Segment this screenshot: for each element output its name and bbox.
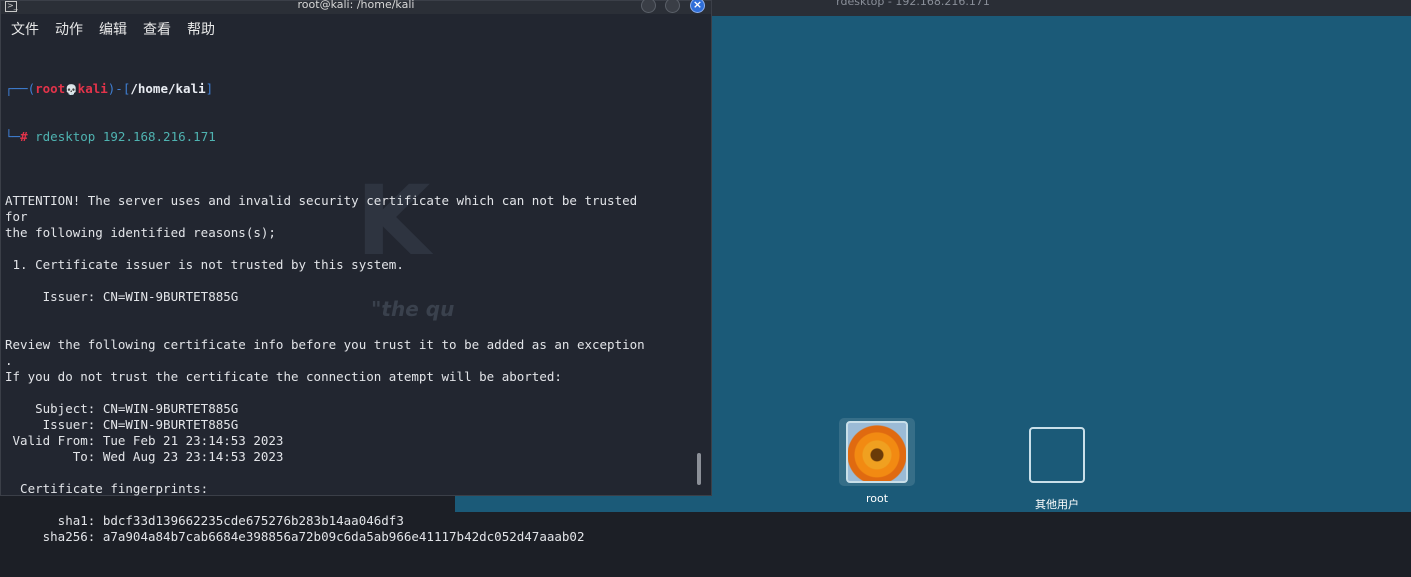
rdesktop-title: rdesktop - 192.168.216.171 xyxy=(836,0,990,8)
user-label-other: 其他用户 xyxy=(1035,498,1079,511)
terminal-titlebar[interactable]: >_ root@kali: /home/kali × xyxy=(1,0,711,14)
output-line: Valid From: Tue Feb 21 23:14:53 2023 xyxy=(5,433,284,448)
output-line: To: Wed Aug 23 23:14:53 2023 xyxy=(5,449,284,464)
output-line: sha1: bdcf33d139662235cde675276b283b14aa… xyxy=(5,513,404,528)
output-line: Certificate fingerprints: xyxy=(5,481,209,496)
menu-edit[interactable]: 编辑 xyxy=(99,19,127,39)
menu-actions[interactable]: 动作 xyxy=(55,19,83,39)
user-avatar-other xyxy=(1029,427,1085,483)
output-line: . xyxy=(5,353,13,368)
minimize-button[interactable] xyxy=(641,0,656,13)
prompt-host: kali xyxy=(77,81,108,96)
terminal-menubar: 文件 动作 编辑 查看 帮助 xyxy=(1,14,711,44)
prompt-line-1: ┌──(root💀kali)-[/home/kali] xyxy=(5,81,214,96)
menu-file[interactable]: 文件 xyxy=(11,19,39,39)
output-line: the following identified reasons(s); xyxy=(5,225,276,240)
output-line: Issuer: CN=WIN-9BURTET885G xyxy=(5,417,239,432)
prompt-line-2: └─# rdesktop 192.168.216.171 xyxy=(5,129,216,144)
user-tile-other[interactable]: 其他用户 xyxy=(1017,427,1097,512)
user-label-root: root xyxy=(865,492,889,505)
prompt-path: /home/kali xyxy=(130,81,206,96)
terminal-title: root@kali: /home/kali xyxy=(297,0,415,11)
prompt-command: rdesktop 192.168.216.171 xyxy=(35,129,216,144)
terminal-scrollbar[interactable] xyxy=(697,453,701,485)
close-button[interactable]: × xyxy=(690,0,705,13)
output-line: Review the following certificate info be… xyxy=(5,337,645,352)
terminal-icon: >_ xyxy=(5,1,18,12)
close-icon: × xyxy=(692,0,703,11)
output-line: 1. Certificate issuer is not trusted by … xyxy=(5,257,404,272)
output-line: Subject: CN=WIN-9BURTET885G xyxy=(5,401,239,416)
output-line: Issuer: CN=WIN-9BURTET885G xyxy=(5,289,239,304)
output-lines: ATTENTION! The server uses and invalid s… xyxy=(5,177,695,545)
prompt-symbol: # xyxy=(20,129,28,144)
output-line: ATTENTION! The server uses and invalid s… xyxy=(5,193,638,208)
skull-icon: 💀 xyxy=(65,85,78,96)
prompt-user: root xyxy=(35,81,66,96)
user-tile-root[interactable]: root xyxy=(837,418,917,505)
menu-view[interactable]: 查看 xyxy=(143,19,171,39)
output-line: sha256: a7a904a84b7cab6684e398856a72b09c… xyxy=(5,529,585,544)
terminal-output[interactable]: ┌──(root💀kali)-[/home/kali] └─# rdesktop… xyxy=(5,49,695,577)
user-avatar-root xyxy=(846,421,908,483)
maximize-button[interactable] xyxy=(665,0,680,13)
terminal-window[interactable]: K "the qu >_ root@kali: /home/kali × 文件 … xyxy=(0,0,712,544)
menu-help[interactable]: 帮助 xyxy=(187,19,215,39)
output-line: for xyxy=(5,209,28,224)
output-line: If you do not trust the certificate the … xyxy=(5,369,562,384)
